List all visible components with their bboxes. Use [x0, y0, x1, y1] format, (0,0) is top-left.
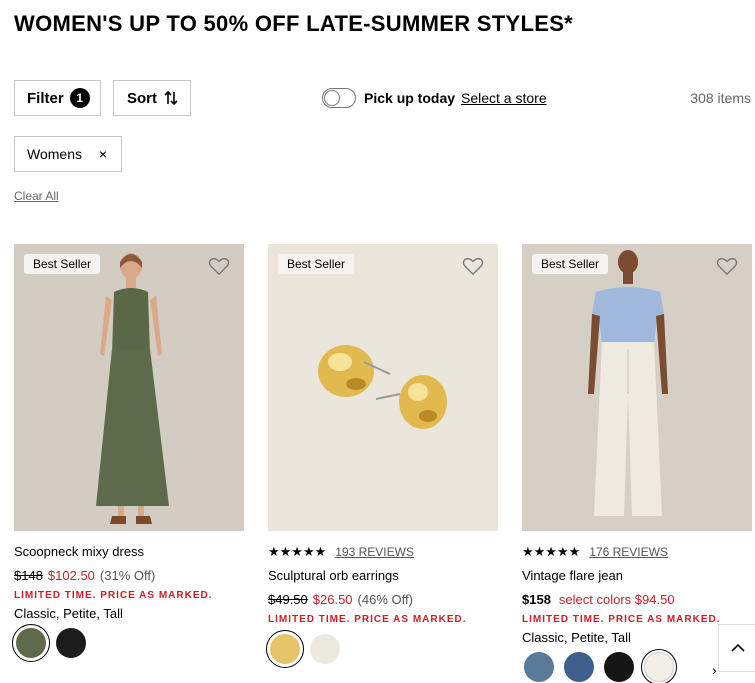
close-icon[interactable]: ×	[99, 146, 107, 162]
color-swatch-olive[interactable]	[12, 624, 50, 662]
sale-price: $102.50	[47, 568, 95, 583]
sale-price: $26.50	[312, 592, 353, 607]
size-options: Classic, Petite, Tall	[14, 606, 123, 621]
star-rating-icon: ★★★★★	[268, 544, 327, 559]
color-swatches	[266, 630, 350, 668]
price-row: $148 $102.50 (31% Off)	[14, 568, 155, 583]
best-seller-badge: Best Seller	[532, 254, 609, 274]
toggle-knob	[324, 90, 340, 106]
color-swatches	[524, 649, 684, 683]
chevron-up-icon	[731, 643, 745, 652]
promo-text: LIMITED TIME. PRICE AS MARKED.	[14, 590, 213, 601]
color-swatch-ecru[interactable]	[641, 649, 677, 683]
promo-text: LIMITED TIME. PRICE AS MARKED.	[268, 614, 467, 625]
rating-row: ★★★★★ 193 REVIEWS	[268, 544, 414, 560]
color-swatch-black[interactable]	[604, 652, 634, 682]
pickup-label: Pick up today	[364, 90, 456, 106]
color-swatches	[12, 624, 96, 662]
clear-all-link[interactable]: Clear All	[14, 189, 59, 203]
price-row: $49.50 $26.50 (46% Off)	[268, 592, 413, 607]
discount-percent: (46% Off)	[357, 592, 413, 607]
color-swatch-light-denim[interactable]	[524, 652, 554, 682]
heart-icon[interactable]	[716, 256, 738, 276]
color-swatch-gold[interactable]	[266, 630, 304, 668]
color-swatch-silver[interactable]	[310, 634, 340, 664]
filter-button[interactable]: Filter 1	[14, 80, 101, 116]
heart-icon[interactable]	[208, 256, 230, 276]
pickup-toggle[interactable]	[322, 88, 356, 108]
product-name[interactable]: Sculptural orb earrings	[268, 568, 399, 583]
product-image[interactable]: Best Seller	[14, 244, 244, 531]
star-rating-icon: ★★★★★	[522, 544, 581, 559]
price-row: $158 select colors $94.50	[522, 592, 680, 607]
sort-button[interactable]: Sort	[113, 80, 191, 116]
product-name[interactable]: Scoopneck mixy dress	[14, 544, 144, 559]
product-card[interactable]: Best Seller ★★★★★ 176 REVIEWS Vintage fl…	[522, 244, 752, 683]
original-price: $148	[14, 568, 43, 583]
sort-label: Sort	[127, 89, 157, 107]
color-swatch-dark-denim[interactable]	[564, 652, 594, 682]
sale-price: select colors $94.50	[558, 592, 675, 607]
discount-percent: (31% Off)	[99, 568, 156, 583]
product-card[interactable]: Best Seller Scoopneck mixy dress $148 $10…	[12, 244, 244, 662]
product-image[interactable]: Best Seller	[268, 244, 498, 531]
scroll-to-top-button[interactable]	[718, 624, 755, 672]
filter-chip-womens[interactable]: Womens ×	[14, 136, 122, 172]
filter-count-badge: 1	[69, 88, 90, 108]
product-name[interactable]: Vintage flare jean	[522, 568, 623, 583]
size-options: Classic, Petite, Tall	[522, 630, 631, 645]
chip-label: Womens	[27, 146, 82, 162]
reviews-link[interactable]: 176 REVIEWS	[589, 545, 668, 559]
filter-label: Filter	[27, 89, 64, 107]
original-price: $49.50	[268, 592, 308, 607]
sort-arrows-icon	[163, 90, 179, 106]
best-seller-badge: Best Seller	[24, 254, 101, 274]
heart-icon[interactable]	[462, 256, 484, 276]
select-store-link[interactable]: Select a store	[461, 90, 547, 106]
more-swatches-arrow-icon[interactable]: ›	[712, 662, 717, 678]
rating-row: ★★★★★ 176 REVIEWS	[522, 544, 668, 560]
page-title: WOMEN'S UP TO 50% OFF LATE-SUMMER STYLES…	[14, 11, 574, 36]
best-seller-badge: Best Seller	[278, 254, 355, 274]
reviews-link[interactable]: 193 REVIEWS	[335, 545, 414, 559]
color-swatch-black[interactable]	[56, 628, 86, 658]
promo-text: LIMITED TIME. PRICE AS MARKED.	[522, 614, 721, 625]
product-image[interactable]: Best Seller	[522, 244, 752, 531]
regular-price: $158	[522, 592, 551, 607]
product-card[interactable]: Best Seller ★★★★★ 193 REVIEWS Sculptural…	[266, 244, 498, 668]
item-count: 308 items	[690, 90, 751, 106]
